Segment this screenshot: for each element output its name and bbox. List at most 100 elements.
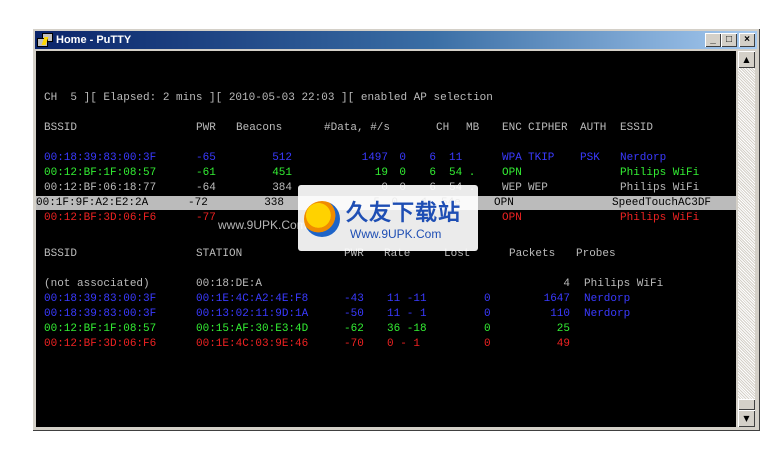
ap-row: 00:18:39:83:00:3F -65 512 1497 0 6 11 WPA TKIP PS…: [44, 151, 734, 165]
ap-header-cell: Beacons: [236, 122, 283, 134]
status-line: CH 5 ][ Elapsed: 2 mins ][ 2010-05-03 22…: [44, 92, 493, 104]
station-pwr: -70: [344, 338, 364, 350]
ap-mb: 54 .: [449, 167, 476, 179]
station-rate: 36 -18: [387, 323, 427, 335]
ap-beacons: 338: [264, 197, 284, 209]
station-station: 00:13:02:11:9D:1A: [196, 308, 309, 320]
ap-beacons: 512: [272, 152, 292, 164]
ap-ch: 6: [429, 167, 436, 179]
station-station: 00:1E:4C:A2:4E:F8: [196, 293, 309, 305]
ap-enc: WPA: [502, 152, 522, 164]
ap-pwr: -77: [196, 212, 216, 224]
ap-header-cell: CH: [436, 122, 450, 134]
close-icon[interactable]: ×: [739, 33, 755, 47]
watermark-logo-icon: [304, 201, 340, 237]
station-packets: 110: [550, 308, 570, 320]
station-bssid: (not associated): [44, 278, 150, 290]
station-packets: 49: [556, 338, 570, 350]
ap-data: 1497: [361, 152, 388, 164]
station-row: 00:18:39:83:00:3F 00:1E:4C:A2:4E:F8 -43 11 …: [44, 292, 734, 306]
ap-enc: OPN: [502, 212, 522, 224]
title-bar[interactable]: Home - PuTTY _ □ ×: [35, 31, 757, 49]
watermark-left-text: www.9UPK.Com: [218, 218, 307, 232]
station-lost: 0: [484, 323, 491, 335]
station-packets: 4: [563, 278, 570, 290]
station-lost: 0: [484, 293, 491, 305]
ap-mb: 11: [449, 152, 463, 164]
station-header-cell: Probes: [576, 248, 616, 260]
ap-pwr: -61: [196, 167, 216, 179]
ap-essid: Philips WiFi: [620, 212, 700, 224]
station-pwr: -43: [344, 293, 364, 305]
station-pwr: -62: [344, 323, 364, 335]
maximize-icon[interactable]: □: [721, 33, 737, 47]
station-rate: 11 - 1: [387, 308, 427, 320]
ap-enc: WEP: [502, 182, 522, 194]
station-bssid: 00:18:39:83:00:3F: [44, 293, 157, 305]
ap-cipher: WEP: [528, 182, 548, 194]
station-station: 00:18:DE:A: [196, 278, 263, 290]
ap-auth: PSK: [580, 152, 600, 164]
station-bssid: 00:18:39:83:00:3F: [44, 308, 157, 320]
ap-header-cell: AUTH: [580, 122, 607, 134]
ap-ch: 6: [429, 152, 436, 164]
ap-header-cell: #Data, #/s: [324, 122, 391, 134]
station-header-cell: BSSID: [44, 248, 78, 260]
ap-essid: Nerdorp: [620, 152, 667, 164]
ap-header-cell: PWR: [196, 122, 216, 134]
watermark-badge: 久友下载站 Www.9UPK.Com: [298, 185, 478, 251]
station-row: (not associated) 00:18:DE:A 4 Philips WiFi: [44, 277, 734, 291]
scroll-down-icon[interactable]: ▼: [738, 410, 755, 427]
station-probes: Nerdorp: [584, 308, 631, 320]
ap-enc: OPN: [502, 167, 522, 179]
station-lost: 0: [484, 338, 491, 350]
ap-essid: Philips WiFi: [620, 182, 700, 194]
ap-s: 0: [399, 152, 406, 164]
scroll-up-icon[interactable]: ▲: [738, 51, 755, 68]
ap-header-cell: ESSID: [620, 122, 654, 134]
ap-bssid: 00:18:39:83:00:3F: [44, 152, 157, 164]
window-title: Home - PuTTY: [56, 34, 132, 46]
station-station: 00:1E:4C:03:9E:46: [196, 338, 309, 350]
ap-beacons: 451: [272, 167, 292, 179]
station-packets: 25: [556, 323, 570, 335]
ap-bssid: 00:12:BF:3D:06:F6: [44, 212, 157, 224]
ap-cipher: TKIP: [528, 152, 555, 164]
station-pwr: -50: [344, 308, 364, 320]
station-header-cell: Packets: [509, 248, 556, 260]
ap-header-cell: MB: [466, 122, 480, 134]
ap-header-cell: BSSID: [44, 122, 78, 134]
station-header-cell: STATION: [196, 248, 243, 260]
station-row: 00:12:BF:3D:06:F6 00:1E:4C:03:9E:46 -70 0 -…: [44, 337, 734, 351]
scroll-thumb[interactable]: [738, 399, 755, 410]
station-row: 00:12:BF:1F:08:57 00:15:AF:30:E3:4D -62 36 …: [44, 322, 734, 336]
ap-pwr: -64: [196, 182, 216, 194]
watermark-url: Www.9UPK.Com: [350, 227, 442, 241]
ap-pwr: -65: [196, 152, 216, 164]
ap-beacons: 384: [272, 182, 292, 194]
station-lost: 0: [484, 308, 491, 320]
station-packets: 1647: [543, 293, 570, 305]
ap-header-cell: ENC: [502, 122, 522, 134]
ap-enc: OPN: [494, 197, 514, 209]
ap-bssid: 00:12:BF:1F:08:57: [44, 167, 157, 179]
ap-table-header: BSSID PWR Beacons #Data, #/s CH MB ENC CIPHER AU…: [44, 121, 734, 135]
station-station: 00:15:AF:30:E3:4D: [196, 323, 309, 335]
ap-bssid: 00:1F:9F:A2:E2:2A: [36, 197, 149, 209]
station-bssid: 00:12:BF:3D:06:F6: [44, 338, 157, 350]
ap-bssid: 00:12:BF:06:18:77: [44, 182, 157, 194]
ap-header-cell: CIPHER: [528, 122, 568, 134]
station-probes: Nerdorp: [584, 293, 631, 305]
station-rate: 0 - 1: [387, 338, 421, 350]
ap-row: 00:12:BF:1F:08:57 -61 451 19 0 6 54 . OPN Philip…: [44, 166, 734, 180]
watermark-title: 久友下载站: [346, 201, 462, 226]
station-bssid: 00:12:BF:1F:08:57: [44, 323, 157, 335]
minimize-icon[interactable]: _: [705, 33, 721, 47]
station-rate: 11 -11: [387, 293, 427, 305]
ap-essid: Philips WiFi: [620, 167, 700, 179]
putty-icon[interactable]: [37, 33, 53, 47]
ap-pwr: -72: [188, 197, 208, 209]
vertical-scrollbar[interactable]: ▲ ▼: [738, 51, 755, 427]
ap-s: 0: [399, 167, 406, 179]
ap-essid: SpeedTouchAC3DF: [612, 197, 712, 209]
